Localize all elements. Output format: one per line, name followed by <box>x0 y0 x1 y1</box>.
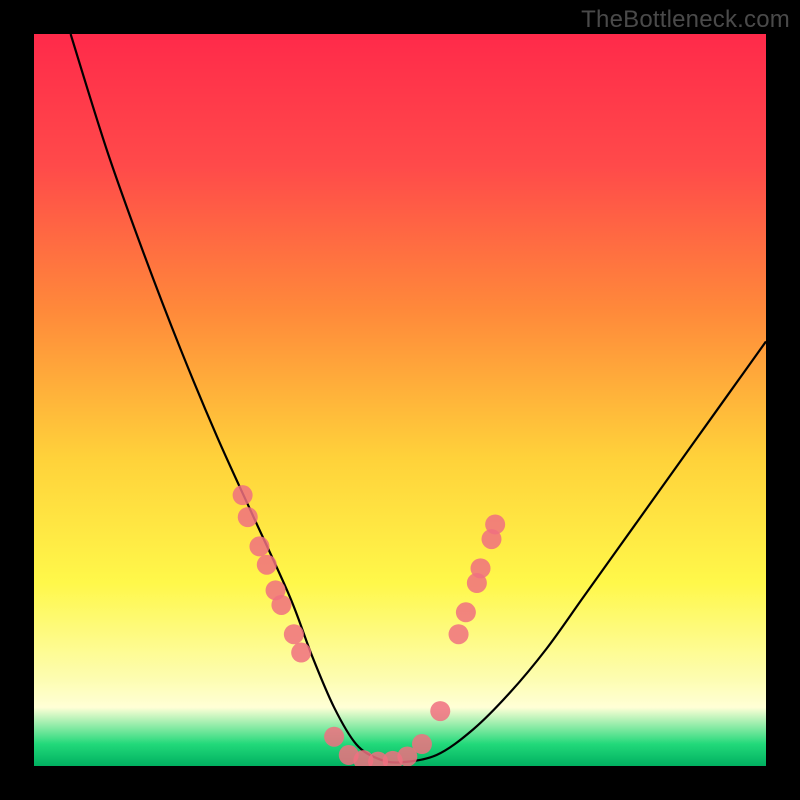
chart-svg <box>34 34 766 766</box>
data-marker <box>249 536 269 556</box>
data-marker <box>291 643 311 663</box>
bottleneck-curve <box>71 34 766 762</box>
data-marker <box>471 558 491 578</box>
data-marker <box>449 624 469 644</box>
watermark-text: TheBottleneck.com <box>581 6 790 34</box>
data-marker <box>485 514 505 534</box>
data-marker <box>233 485 253 505</box>
data-marker <box>324 727 344 747</box>
data-marker <box>271 595 291 615</box>
data-marker <box>257 555 277 575</box>
data-marker <box>238 507 258 527</box>
data-marker <box>430 701 450 721</box>
data-marker <box>456 602 476 622</box>
chart-frame: TheBottleneck.com <box>0 0 800 800</box>
plot-area <box>34 34 766 766</box>
marker-cluster-left <box>233 485 312 662</box>
data-marker <box>412 734 432 754</box>
data-marker <box>284 624 304 644</box>
marker-cluster-right <box>449 514 506 644</box>
